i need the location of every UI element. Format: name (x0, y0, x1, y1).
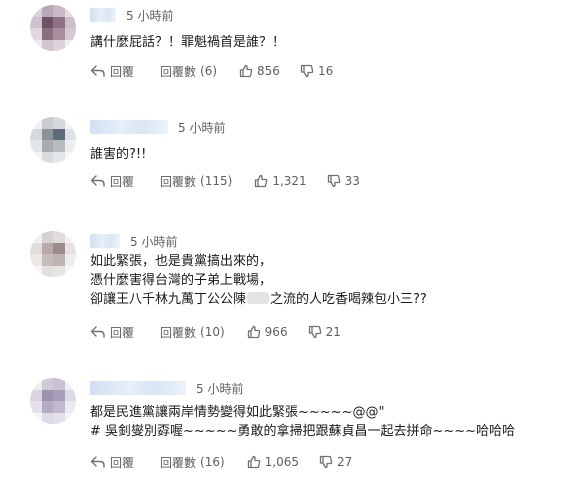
comment-meta: 5 小時前 (90, 380, 243, 396)
dislike-button[interactable]: 27 (319, 455, 352, 469)
reply-label: 回覆 (110, 455, 135, 470)
comment-line: # 吳釗燮別孬喔~~~~~勇敢的拿掃把跟蘇貞昌一起去拼命~~~~哈哈哈 (90, 424, 516, 439)
like-count: 1,065 (264, 455, 300, 469)
dislike-count: 21 (325, 325, 341, 339)
dislike-count: 27 (337, 455, 353, 469)
reply-arrow-icon (90, 175, 105, 187)
avatar[interactable] (30, 117, 76, 163)
timestamp: 5 小時前 (196, 381, 244, 396)
comment-text: 講什麼屁話？！罪魁禍首是誰？！ (90, 33, 285, 52)
comment-actions: 回覆 回覆數 (10) 966 21 (90, 324, 341, 340)
avatar[interactable] (30, 5, 76, 51)
comment-meta: 5 小時前 (90, 119, 225, 135)
username[interactable] (90, 8, 116, 22)
reply-button[interactable]: 回覆 (90, 173, 134, 190)
like-count: 1,321 (272, 174, 307, 188)
replies-count: (6) (200, 64, 218, 78)
reply-label: 回覆 (110, 325, 135, 340)
avatar[interactable] (30, 231, 76, 277)
comment-line: 卻讓王八千林九萬丁公公陳 之流的人吃香喝辣包小三?? (90, 290, 427, 309)
avatar[interactable] (30, 378, 76, 424)
replies-count: (16) (200, 455, 225, 469)
reply-arrow-icon (90, 456, 105, 468)
comment-meta: 5 小時前 (90, 7, 173, 23)
thumbs-down-icon (327, 174, 340, 188)
comment-line: 誰害的?!! (90, 147, 147, 162)
comment-line: 如此緊張，也是貴黨搞出來的， (90, 254, 273, 269)
replies-label: 回覆數 (160, 455, 197, 470)
timestamp: 5 小時前 (130, 234, 178, 249)
replies-count-button[interactable]: 回覆數 (6) (160, 63, 217, 80)
comment-actions: 回覆 回覆數 (115) 1,321 33 (90, 173, 360, 189)
dislike-count: 33 (344, 174, 360, 188)
dislike-count: 16 (317, 64, 334, 78)
like-button[interactable]: 1,321 (254, 174, 307, 188)
comment-meta: 5 小時前 (90, 233, 177, 249)
thumbs-up-icon (255, 174, 268, 188)
replies-count-button[interactable]: 回覆數 (16) (160, 454, 225, 471)
reply-arrow-icon (90, 65, 105, 77)
thumbs-down-icon (300, 64, 314, 78)
replies-count-button[interactable]: 回覆數 (10) (160, 324, 225, 341)
username[interactable] (90, 120, 168, 134)
redacted-word (247, 292, 270, 304)
like-button[interactable]: 856 (239, 64, 280, 78)
comment-text: 都是民進黨讓兩岸情勢變得如此緊張~~~~~@@" # 吳釗燮別孬喔~~~~~勇敢… (90, 403, 515, 441)
replies-label: 回覆數 (160, 174, 197, 189)
comment-line: 講什麼屁話？！罪魁禍首是誰？！ (90, 35, 286, 50)
reply-button[interactable]: 回覆 (90, 63, 134, 80)
comment-line: 都是民進黨讓兩岸情勢變得如此緊張~~~~~@@" (90, 405, 385, 420)
replies-count: (115) (200, 174, 233, 188)
comment-text: 誰害的?!! (90, 145, 146, 164)
like-count: 856 (257, 64, 280, 78)
dislike-button[interactable]: 16 (300, 64, 333, 78)
username[interactable] (90, 381, 186, 395)
thumbs-down-icon (319, 455, 333, 469)
thumbs-up-icon (247, 455, 260, 469)
dislike-button[interactable]: 21 (308, 325, 341, 339)
comment-line-part: 之流的人吃香喝辣包小三?? (270, 292, 427, 307)
thumbs-up-icon (247, 325, 260, 339)
reply-button[interactable]: 回覆 (90, 454, 134, 471)
dislike-button[interactable]: 33 (327, 174, 360, 188)
replies-count-button[interactable]: 回覆數 (115) (160, 173, 232, 190)
thumbs-up-icon (239, 64, 253, 78)
reply-arrow-icon (90, 326, 105, 338)
replies-label: 回覆數 (160, 64, 197, 79)
timestamp: 5 小時前 (178, 120, 226, 135)
reply-button[interactable]: 回覆 (90, 324, 134, 341)
timestamp: 5 小時前 (126, 8, 174, 23)
reply-label: 回覆 (110, 174, 135, 189)
like-button[interactable]: 1,065 (247, 455, 299, 469)
replies-label: 回覆數 (160, 325, 197, 340)
comment-line: 憑什麼害得台灣的子弟上戰場， (90, 273, 273, 288)
like-count: 966 (264, 325, 288, 339)
thumbs-down-icon (308, 325, 321, 339)
username[interactable] (90, 234, 120, 248)
comment-actions: 回覆 回覆數 (6) 856 16 (90, 63, 333, 79)
comment-actions: 回覆 回覆數 (16) 1,065 27 (90, 454, 352, 470)
like-button[interactable]: 966 (247, 325, 288, 339)
replies-count: (10) (200, 325, 225, 339)
comment-text: 如此緊張，也是貴黨搞出來的， 憑什麼害得台灣的子弟上戰場， 卻讓王八千林九萬丁公… (90, 252, 427, 309)
comment-line-part: 卻讓王八千林九萬丁公公陳 (90, 292, 247, 307)
reply-label: 回覆 (110, 64, 135, 79)
